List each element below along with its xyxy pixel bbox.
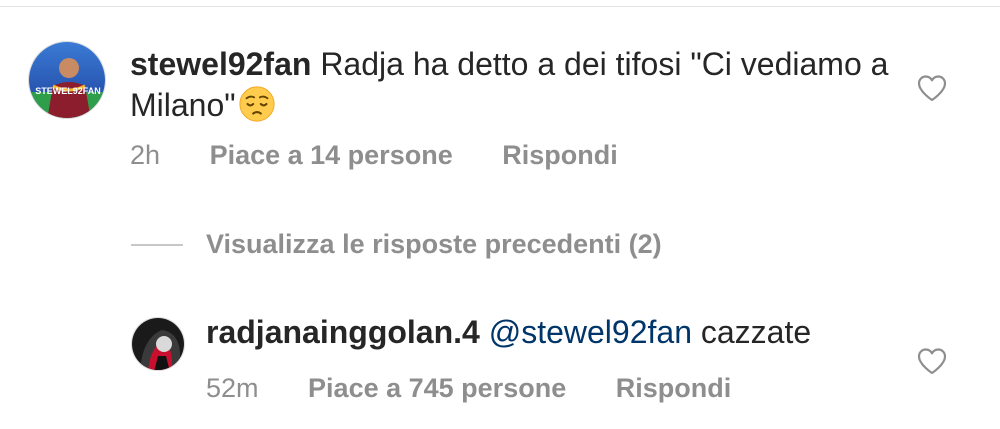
divider <box>0 6 1000 7</box>
comment-meta: 2h Piace a 14 persone Rispondi <box>130 140 618 171</box>
reply-username[interactable]: radjanainggolan.4 <box>206 314 480 350</box>
avatar-image <box>132 318 184 370</box>
pensive-face-emoji <box>239 86 275 122</box>
view-replies-divider <box>131 244 183 246</box>
avatar-image: STEWEL92FAN <box>29 42 105 118</box>
mention-link[interactable]: @stewel92fan <box>489 314 692 350</box>
avatar-watermark: STEWEL92FAN <box>35 86 101 96</box>
heart-outline-icon[interactable] <box>917 347 947 375</box>
comment-time: 2h <box>130 140 161 170</box>
reply-text: radjanainggolan.4 @stewel92fan cazzate <box>206 312 811 353</box>
avatar[interactable] <box>131 317 185 371</box>
comment-likes-count[interactable]: Piace a 14 persone <box>210 140 453 171</box>
reply-likes-count[interactable]: Piace a 745 persone <box>308 373 566 404</box>
comment-text: stewel92fan Radja ha detto a dei tifosi … <box>130 44 890 126</box>
reply-button[interactable]: Rispondi <box>502 140 618 171</box>
comment-username[interactable]: stewel92fan <box>130 46 311 82</box>
reply-button[interactable]: Rispondi <box>616 373 732 404</box>
comments-screen: STEWEL92FAN stewel92fan Radja ha detto a… <box>0 0 1000 429</box>
reply-body: cazzate <box>700 314 812 350</box>
avatar[interactable]: STEWEL92FAN <box>28 41 106 119</box>
reply-meta: 52m Piace a 745 persone Rispondi <box>206 373 731 404</box>
reply-time: 52m <box>206 373 259 403</box>
view-previous-replies-button[interactable]: Visualizza le risposte precedenti (2) <box>206 229 662 260</box>
heart-outline-icon[interactable] <box>917 74 947 102</box>
